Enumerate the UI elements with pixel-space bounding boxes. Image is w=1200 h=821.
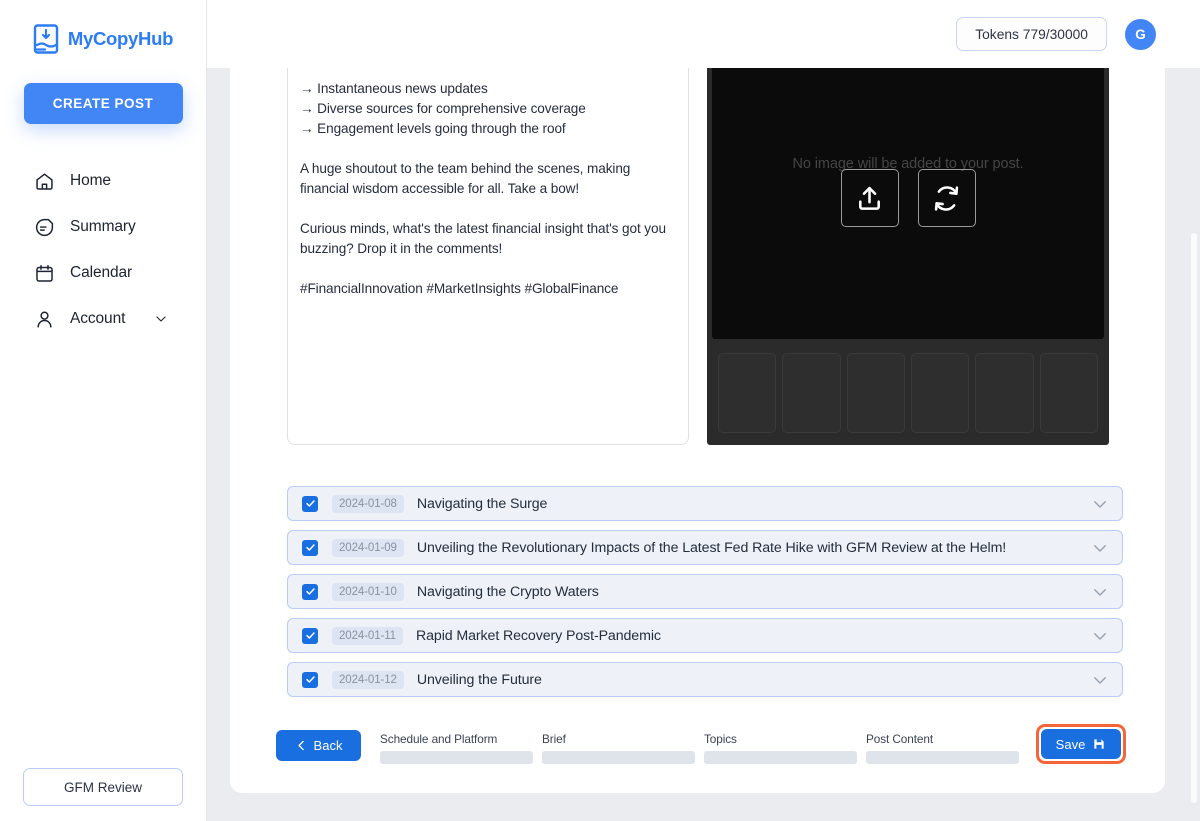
table-row[interactable]: 2024-01-12 Unveiling the Future (287, 662, 1123, 697)
chevron-down-icon[interactable] (1091, 583, 1109, 601)
sidebar-item-label: Account (70, 310, 126, 327)
wizard-step-topics[interactable]: Topics (704, 732, 857, 764)
brand[interactable]: MyCopyHub (33, 22, 173, 56)
row-checkbox[interactable] (302, 627, 318, 644)
row-date: 2024-01-08 (332, 494, 404, 513)
save-button-label: Save (1055, 736, 1086, 752)
row-date: 2024-01-11 (332, 626, 403, 645)
sidebar-item-summary[interactable]: Summary (0, 204, 206, 250)
step-label: Topics (704, 732, 737, 746)
sidebar-item-account[interactable]: Account (0, 296, 206, 342)
row-checkbox[interactable] (302, 495, 318, 512)
row-date: 2024-01-10 (332, 582, 404, 601)
post-content-editor[interactable]: → Instantaneous news updates → Diverse s… (287, 57, 689, 445)
row-date: 2024-01-09 (332, 538, 404, 557)
header: Tokens 779/30000 G (207, 0, 1200, 68)
regenerate-image-button[interactable] (917, 169, 976, 227)
save-button-highlight: Save (1036, 724, 1126, 764)
image-thumbnail[interactable] (846, 352, 905, 433)
post-list: 2024-01-08 Navigating the Surge 2024-01-… (287, 486, 1123, 697)
sidebar-item-calendar[interactable]: Calendar (0, 250, 206, 296)
sidebar-item-label: Summary (70, 218, 136, 235)
image-thumbnail[interactable] (718, 352, 777, 433)
chevron-down-icon[interactable] (1091, 671, 1109, 689)
refresh-icon (932, 184, 961, 213)
image-thumbnail[interactable] (1039, 352, 1098, 433)
upload-image-button[interactable] (840, 169, 899, 227)
image-thumbnail-strip (712, 345, 1104, 440)
row-date: 2024-01-12 (332, 670, 404, 689)
app-root: MyCopyHub CREATE POST Home Summary Calen… (0, 0, 1200, 821)
chevron-left-icon (295, 739, 308, 752)
calendar-icon (34, 263, 55, 284)
row-title: Unveiling the Revolutionary Impacts of t… (416, 539, 1007, 556)
upload-icon (855, 184, 884, 213)
sidebar-nav: Home Summary Calendar Account (0, 158, 206, 342)
table-row[interactable]: 2024-01-10 Navigating the Crypto Waters (287, 574, 1123, 609)
step-progress-bar (542, 751, 695, 764)
chevron-down-icon[interactable] (154, 312, 168, 326)
image-thumbnail[interactable] (975, 352, 1034, 433)
document-hand-logo-icon (33, 24, 61, 54)
step-label: Post Content (866, 732, 934, 746)
document-icon (34, 217, 55, 238)
save-button[interactable]: Save (1041, 729, 1121, 759)
home-icon (34, 171, 55, 192)
tokens-badge: Tokens 779/30000 (956, 17, 1107, 51)
wizard-toolbar: Back Schedule and Platform Brief Topics (276, 722, 1126, 764)
row-title: Navigating the Surge (416, 495, 548, 512)
sidebar-item-label: Calendar (70, 264, 133, 281)
wizard-steps: Schedule and Platform Brief Topics Post … (380, 732, 1019, 764)
chevron-down-icon[interactable] (1091, 627, 1109, 645)
image-thumbnail[interactable] (782, 352, 841, 433)
gfm-review-button[interactable]: GFM Review (23, 768, 183, 806)
sidebar-item-home[interactable]: Home (0, 158, 206, 204)
step-progress-bar (380, 751, 533, 764)
row-title: Navigating the Crypto Waters (416, 583, 599, 600)
post-content-text: → Instantaneous news updates → Diverse s… (300, 81, 666, 296)
sidebar: MyCopyHub CREATE POST Home Summary Calen… (0, 0, 207, 821)
content-row: → Instantaneous news updates → Diverse s… (287, 57, 1109, 445)
row-checkbox[interactable] (302, 583, 318, 600)
sidebar-item-label: Home (70, 172, 111, 189)
step-label: Brief (542, 732, 566, 746)
image-thumbnail[interactable] (910, 352, 970, 433)
main-card: → Instantaneous news updates → Diverse s… (230, 41, 1165, 793)
image-actions (840, 169, 976, 227)
row-title: Rapid Market Recovery Post-Pandemic (415, 627, 661, 644)
table-row[interactable]: 2024-01-09 Unveiling the Revolutionary I… (287, 530, 1123, 565)
back-button[interactable]: Back (276, 730, 361, 761)
table-row[interactable]: 2024-01-08 Navigating the Surge (287, 486, 1123, 521)
floppy-disk-icon (1092, 737, 1106, 751)
step-progress-bar (866, 751, 1019, 764)
avatar[interactable]: G (1125, 18, 1156, 50)
wizard-step-schedule-and-platform[interactable]: Schedule and Platform (380, 732, 533, 764)
wizard-step-post-content[interactable]: Post Content (866, 732, 1019, 764)
chevron-down-icon[interactable] (1091, 539, 1109, 557)
chevron-down-icon[interactable] (1091, 495, 1109, 513)
row-title: Unveiling the Future (416, 671, 542, 688)
create-post-button[interactable]: CREATE POST (23, 83, 183, 124)
scrollbar-thumb[interactable] (1191, 233, 1197, 803)
person-icon (34, 309, 55, 330)
brand-name: MyCopyHub (67, 28, 174, 49)
image-panel: No image will be added to your post. (707, 57, 1109, 445)
step-progress-bar (704, 751, 857, 764)
step-label: Schedule and Platform (380, 732, 498, 746)
row-checkbox[interactable] (302, 539, 318, 556)
back-button-label: Back (313, 738, 343, 753)
wizard-step-brief[interactable]: Brief (542, 732, 695, 764)
row-checkbox[interactable] (302, 671, 318, 688)
table-row[interactable]: 2024-01-11 Rapid Market Recovery Post-Pa… (287, 618, 1123, 653)
image-stage: No image will be added to your post. (712, 62, 1104, 339)
